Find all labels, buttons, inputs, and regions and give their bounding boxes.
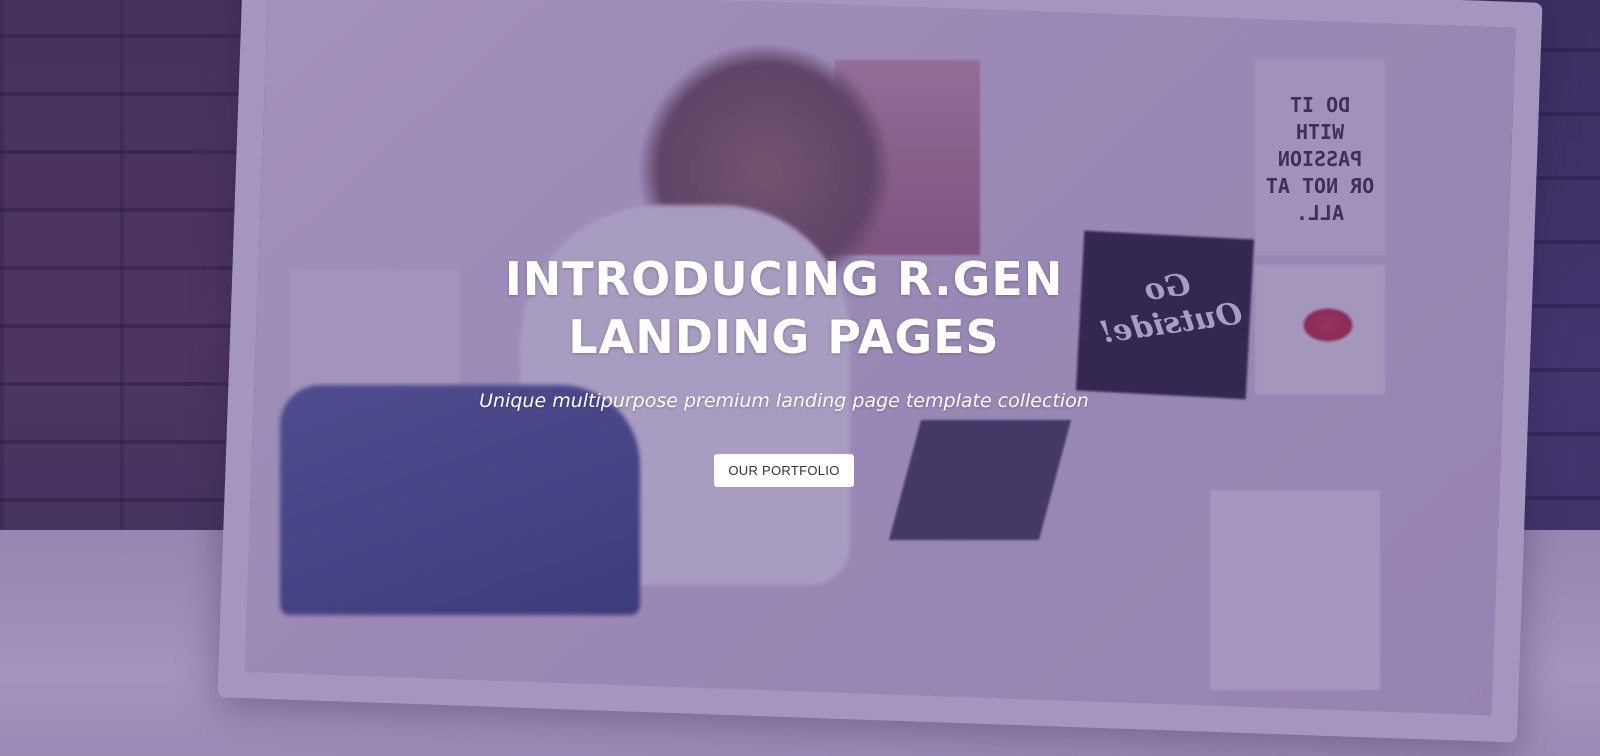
hero-content: INTRODUCING R.GEN LANDING PAGES Unique m… [0, 250, 1568, 487]
hero-subtitle: Unique multipurpose premium landing page… [479, 390, 1089, 412]
hero-title: INTRODUCING R.GEN LANDING PAGES [504, 252, 1064, 364]
portfolio-button[interactable]: OUR PORTFOLIO [714, 454, 854, 487]
hero-section: DO IT WITH PASSION OR NOT AT ALL. Go Out… [0, 0, 1600, 756]
